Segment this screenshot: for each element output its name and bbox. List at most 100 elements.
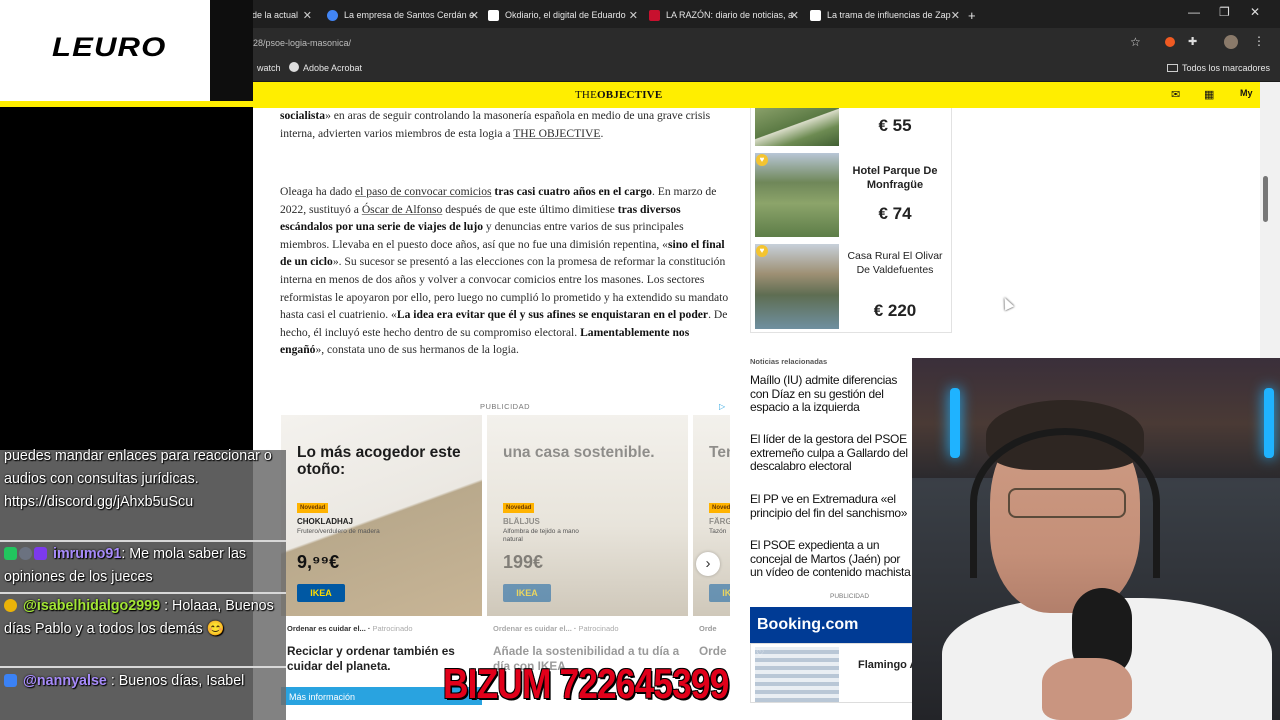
site-header — [253, 82, 1260, 108]
ad-title: una casa sostenible. — [503, 444, 655, 461]
led-light — [950, 388, 960, 458]
chevron-right-icon[interactable]: › — [696, 552, 720, 576]
ad-footer: Ordenar es cuidar el... · Patrocinado — [287, 624, 413, 633]
all-bookmarks[interactable]: Todos los marcadores — [1167, 62, 1270, 74]
webcam-hand — [1042, 658, 1132, 720]
ad-desc: Tazón — [709, 528, 727, 535]
bookmark-watch[interactable]: watch — [257, 62, 281, 74]
chat-divider — [0, 592, 286, 594]
ikea-logo: IKEA — [297, 584, 345, 602]
ad-title: Lo más acogedor este otoño: — [297, 444, 461, 478]
led-light — [1264, 388, 1274, 458]
mail-icon[interactable]: ✉ — [1171, 88, 1180, 101]
tab-label: LA RAZÓN: diario de noticias, a — [666, 10, 794, 20]
related-item[interactable]: El PSOE expedienta a un concejal de Mart… — [750, 539, 915, 580]
chat-message: @nannyalse : Buenos días, Isabel — [4, 670, 286, 693]
hotel-image[interactable] — [755, 244, 839, 329]
okdiario-icon — [488, 9, 499, 21]
folder-icon — [1167, 64, 1178, 72]
globe-icon — [327, 9, 338, 21]
grid-icon[interactable]: ▦ — [1204, 88, 1214, 101]
hotel-name[interactable]: Casa Rural El Olivar De Valdefuentes — [845, 249, 945, 277]
stream-logo-stripe — [0, 101, 253, 107]
site-logo[interactable]: THEOBJECTIVE — [575, 89, 662, 101]
article-link[interactable]: Óscar de Alfonso — [362, 203, 443, 216]
booking-image[interactable] — [755, 647, 839, 702]
hotel-price: € 220 — [873, 301, 917, 320]
chat-message: @isabelhidalgo2999 : Holaaa, Buenos días… — [4, 598, 274, 637]
donation-banner: BIZUM 722645399 — [443, 660, 729, 707]
puzzle-icon[interactable]: ✚ — [1188, 35, 1197, 48]
ikea-logo: IKEA — [503, 584, 551, 602]
close-icon[interactable]: ✕ — [470, 9, 479, 22]
article-link[interactable]: THE OBJECTIVE — [513, 127, 600, 140]
ad-product: BLÅLJUS — [503, 517, 540, 526]
maximize-icon[interactable]: ❐ — [1219, 5, 1230, 19]
account-icon[interactable]: My — [1240, 88, 1253, 98]
related-item[interactable]: El líder de la gestora del PSOE extremeñ… — [750, 433, 915, 474]
chat-divider — [0, 666, 286, 668]
article-paragraph-1: socialista» en aras de seguir controland… — [280, 109, 711, 140]
site-favicon — [810, 9, 821, 21]
url-field[interactable]: -28/psoe-logia-masonica/ — [250, 36, 1160, 54]
larazon-icon — [649, 9, 660, 21]
close-icon[interactable]: ✕ — [629, 9, 638, 22]
chat-message: puedes mandar enlaces para reaccionar o … — [4, 448, 272, 510]
headphones-icon — [970, 428, 1160, 578]
ad-product: FÄRG — [709, 517, 730, 526]
close-icon[interactable]: ✕ — [303, 9, 312, 22]
close-icon[interactable]: ✕ — [951, 9, 960, 22]
verified-icon — [4, 547, 17, 560]
ad-label: PUBLICIDAD — [830, 593, 870, 600]
tab-1[interactable]: de la actual ✕ — [252, 4, 312, 26]
ad-desc: Alfombra de tejido a mano natural — [503, 528, 579, 543]
sub-icon — [34, 547, 47, 560]
ad-desc: Frutero/verdulero de madera — [297, 528, 380, 535]
related-title: Noticias relacionadas — [750, 357, 828, 366]
chat-username[interactable]: @isabelhidalgo2999 — [23, 598, 160, 614]
close-icon[interactable]: ✕ — [790, 9, 799, 22]
hotel-name[interactable]: Hotel Parque De Monfragüe — [845, 164, 945, 192]
new-badge: Novedad — [297, 503, 329, 513]
heart-icon[interactable]: ♥ — [756, 154, 768, 166]
star-badge-icon — [4, 599, 17, 612]
minimize-icon[interactable]: — — [1188, 5, 1200, 19]
hotel-price: € 55 — [878, 116, 912, 135]
article-link[interactable]: el paso de convocar comicios — [355, 185, 492, 198]
heart-icon[interactable]: ♥ — [756, 245, 768, 257]
extension-icon[interactable] — [1165, 37, 1175, 47]
ad-price: 9,⁹⁹€ — [297, 552, 340, 572]
new-tab-button[interactable]: + — [968, 4, 982, 26]
chat-username[interactable]: imrumo91 — [53, 546, 121, 562]
tab-5[interactable]: La trama de influencias de Zap ✕ — [810, 4, 960, 26]
menu-icon[interactable]: ⋮ — [1253, 34, 1265, 48]
hotel-image[interactable] — [755, 108, 839, 146]
webcam-feed — [912, 358, 1280, 720]
hotel-image[interactable] — [755, 153, 839, 237]
tab-4[interactable]: LA RAZÓN: diario de noticias, a ✕ — [649, 4, 799, 26]
scroll-thumb[interactable] — [1263, 176, 1268, 222]
chat-username[interactable]: @nannyalse — [23, 673, 107, 689]
tab-3[interactable]: Okdiario, el digital de Eduardo ✕ — [488, 4, 638, 26]
tab-2[interactable]: La empresa de Santos Cerdán e ✕ — [327, 4, 479, 26]
related-item[interactable]: Maíllo (IU) admite diferencias con Díaz … — [750, 374, 915, 415]
related-item[interactable]: El PP ve en Extremadura «el principio de… — [750, 493, 915, 521]
ad-caption: Orde — [699, 644, 727, 658]
ad-price: 199€ — [503, 552, 544, 572]
bookmark-adobe[interactable]: Adobe Acrobat — [289, 62, 362, 74]
star-icon[interactable]: ☆ — [1130, 35, 1141, 49]
chat-divider — [0, 540, 286, 542]
avatar[interactable] — [1224, 35, 1238, 49]
adchoices-icon[interactable]: ▷ — [719, 402, 725, 411]
ad-footer: Orde — [699, 624, 717, 633]
badge-icon — [19, 547, 32, 560]
tab-label: La empresa de Santos Cerdán e — [344, 10, 475, 20]
close-window-icon[interactable]: ✕ — [1250, 5, 1260, 19]
hotel-price: € 74 — [878, 204, 912, 223]
heart-icon[interactable]: ♡ — [756, 648, 764, 659]
stream-logo-edge — [210, 0, 253, 101]
chat-message: imrumo91: Me mola saber las opiniones de… — [4, 546, 247, 585]
booking-logo[interactable]: Booking.com — [750, 607, 915, 643]
acrobat-icon — [289, 62, 299, 72]
ad-label: PUBLICIDAD — [480, 402, 531, 411]
